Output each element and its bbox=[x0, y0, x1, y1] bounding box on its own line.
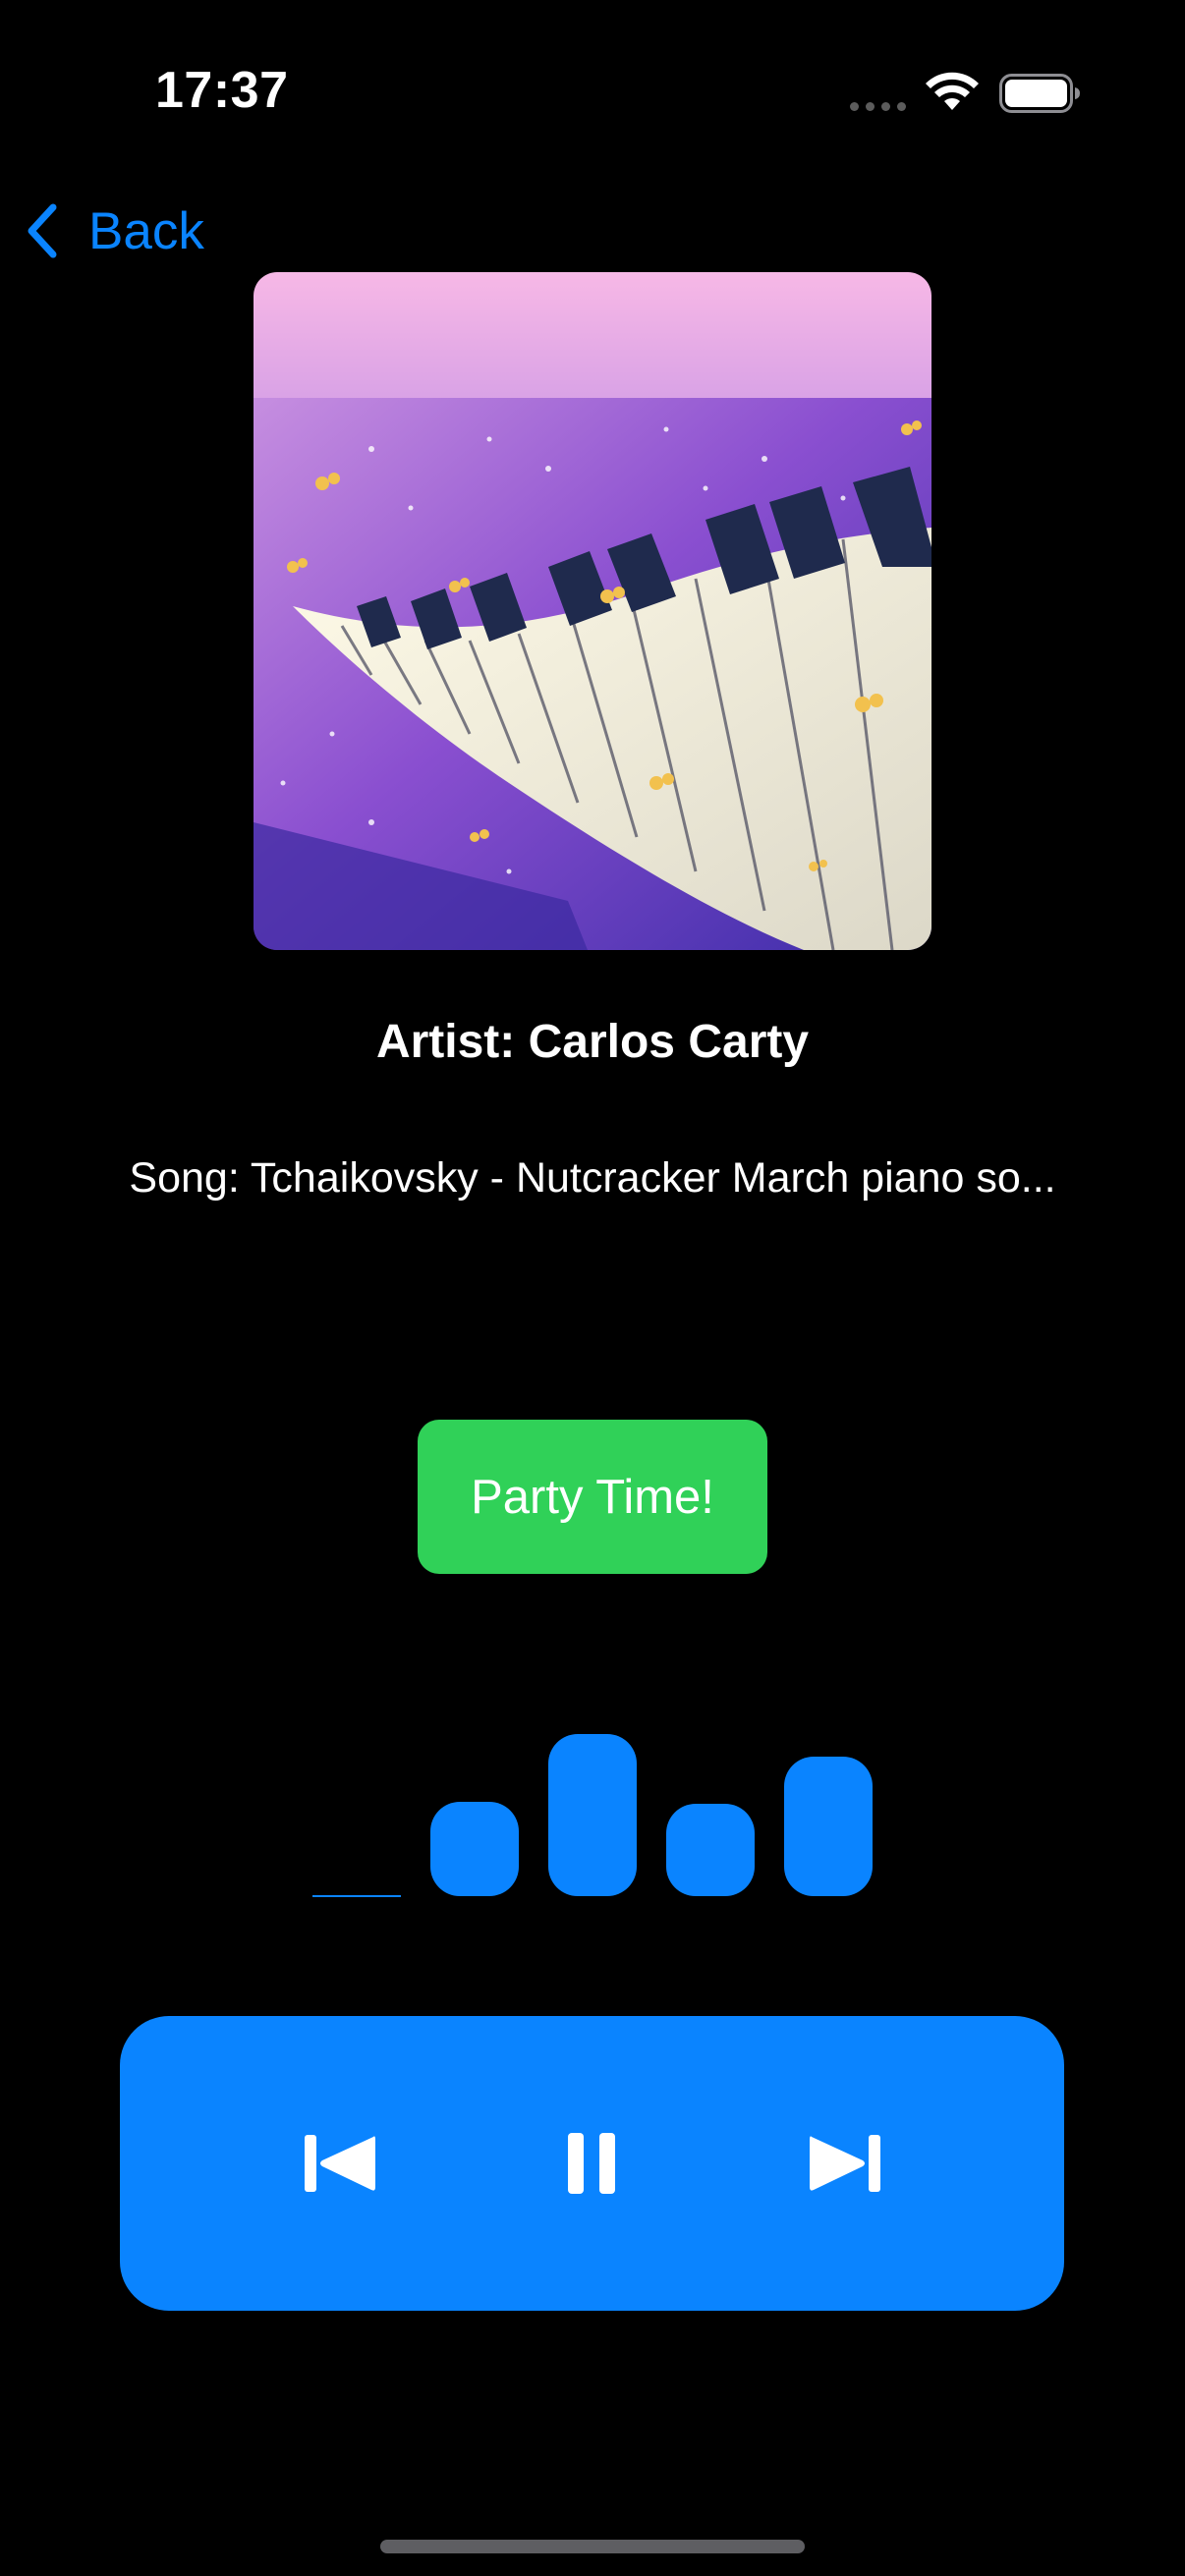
pause-button[interactable] bbox=[550, 2129, 633, 2198]
forward-end-icon bbox=[810, 2135, 880, 2192]
battery-icon bbox=[999, 74, 1080, 113]
visualizer-bar bbox=[784, 1757, 873, 1896]
playback-controls bbox=[120, 2016, 1064, 2311]
backward-end-icon bbox=[305, 2135, 375, 2192]
artist-label: Artist: Carlos Carty bbox=[375, 1016, 810, 1068]
visualizer-bar bbox=[312, 1895, 401, 1897]
back-button[interactable]: Back bbox=[24, 196, 204, 265]
song-label: Song: Tchaikovsky - Nutcracker March pia… bbox=[129, 1154, 1056, 1202]
wifi-icon bbox=[926, 72, 979, 110]
visualizer-bar bbox=[430, 1802, 519, 1896]
home-indicator bbox=[380, 2540, 805, 2553]
status-time: 17:37 bbox=[155, 62, 289, 119]
cellular-signal-icon bbox=[850, 102, 906, 111]
visualizer-bar bbox=[666, 1804, 755, 1896]
album-artwork bbox=[254, 272, 931, 950]
back-label: Back bbox=[88, 201, 204, 260]
status-bar: 17:37 bbox=[0, 0, 1185, 147]
chevron-left-icon bbox=[28, 203, 57, 258]
next-track-button[interactable] bbox=[804, 2129, 886, 2198]
party-time-button[interactable]: Party Time! bbox=[418, 1420, 767, 1574]
visualizer-bar bbox=[548, 1734, 637, 1896]
pause-icon bbox=[568, 2133, 615, 2194]
previous-track-button[interactable] bbox=[299, 2129, 381, 2198]
audio-visualizer bbox=[0, 1729, 1185, 1901]
